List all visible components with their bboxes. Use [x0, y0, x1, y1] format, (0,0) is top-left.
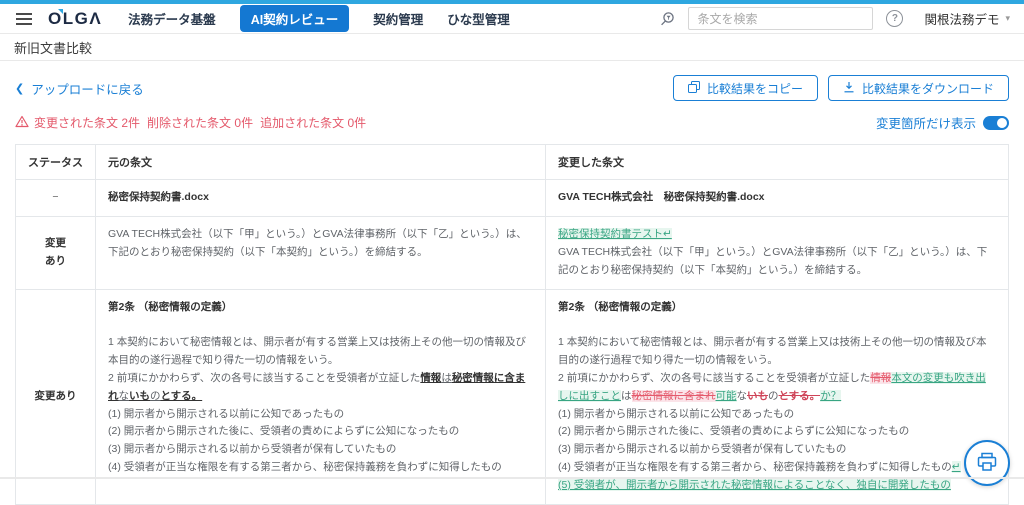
download-icon: [843, 81, 855, 96]
search-filter-icon[interactable]: [659, 11, 675, 27]
changed-clause-cell: 秘密保持契約書テスト↵ GVA TECH株式会社（以下「甲」という。）とGVA法…: [546, 217, 1009, 290]
app-header: OLGΛ 法務データ基盤 AI契約レビュー 契約管理 ひな型管理 ? 関根法務デ…: [0, 4, 1024, 34]
column-header-changed-clause: 変更した条文: [546, 145, 1009, 180]
printer-icon: [976, 452, 998, 475]
help-icon[interactable]: ?: [886, 10, 903, 27]
main-nav: 法務データ基盤 AI契約レビュー 契約管理 ひな型管理: [128, 5, 510, 32]
back-chevron-icon: ❮: [15, 82, 24, 95]
changes-only-toggle-label: 変更箇所だけ表示: [876, 113, 976, 132]
changed-count: 変更された条文 2件: [34, 114, 140, 131]
status-cell: 変更 あり: [16, 217, 96, 290]
toolbar-buttons: 比較結果をコピー 比較結果をダウンロード: [673, 75, 1009, 101]
back-to-upload-link[interactable]: ❮ アップロードに戻る: [15, 79, 144, 98]
user-menu[interactable]: 関根法務デモ ▾: [924, 9, 1010, 28]
page-title: 新旧文書比較: [14, 38, 92, 57]
status-cell: −: [16, 180, 96, 217]
table-row-article-2: 変更あり 第2条 （秘密情報の定義） 1 本契約において秘密情報とは、開示者が有…: [16, 289, 1009, 504]
search-input[interactable]: [688, 7, 873, 30]
column-header-status: ステータス: [16, 145, 96, 180]
nav-item-template-management[interactable]: ひな型管理: [447, 9, 510, 28]
deleted-count: 削除された条文 0件: [147, 114, 253, 131]
nav-item-legal-data[interactable]: 法務データ基盤: [128, 9, 216, 28]
toolbar: ❮ アップロードに戻る 比較結果をコピー 比較結果をダウンロード: [0, 61, 1024, 101]
original-clause-cell: 秘密保持契約書.docx: [96, 180, 546, 217]
table-row-preamble: 変更 あり GVA TECH株式会社（以下「甲」という。）とGVA法律事務所（以…: [16, 217, 1009, 290]
nav-item-ai-contract-review[interactable]: AI契約レビュー: [240, 5, 350, 32]
print-button[interactable]: [964, 440, 1010, 486]
status-cell: 変更あり: [16, 289, 96, 504]
changes-only-toggle[interactable]: [983, 116, 1009, 130]
added-count: 追加された条文 0件: [260, 114, 366, 131]
nav-item-contract-management[interactable]: 契約管理: [373, 9, 423, 28]
column-header-original-clause: 元の条文: [96, 145, 546, 180]
table-header-row: ステータス 元の条文 変更した条文: [16, 145, 1009, 180]
back-link-label: アップロードに戻る: [31, 79, 144, 98]
menu-icon[interactable]: [14, 11, 34, 27]
download-button-label: 比較結果をダウンロード: [862, 80, 994, 97]
diff-summary: 変更された条文 2件 削除された条文 0件 追加された条文 0件: [15, 114, 368, 131]
changes-only-toggle-area: 変更箇所だけ表示: [876, 113, 1009, 132]
app-logo[interactable]: OLGΛ: [48, 9, 102, 29]
copy-icon: [688, 81, 700, 96]
copy-result-button[interactable]: 比較結果をコピー: [673, 75, 818, 101]
summary-row: 変更された条文 2件 削除された条文 0件 追加された条文 0件 変更箇所だけ表…: [0, 101, 1024, 141]
logo-accent: [58, 9, 63, 14]
original-clause-cell: GVA TECH株式会社（以下「甲」という。）とGVA法律事務所（以下「乙」とい…: [96, 217, 546, 290]
original-clause-cell: 第2条 （秘密情報の定義） 1 本契約において秘密情報とは、開示者が有する営業上…: [96, 289, 546, 504]
download-result-button[interactable]: 比較結果をダウンロード: [828, 75, 1009, 101]
copy-button-label: 比較結果をコピー: [707, 80, 803, 97]
chevron-down-icon: ▾: [1005, 13, 1010, 24]
warning-icon: [15, 115, 29, 131]
comparison-table: ステータス 元の条文 変更した条文 − 秘密保持契約書.docx GVA TEC…: [15, 144, 1009, 505]
header-right: ? 関根法務デモ ▾: [659, 7, 1010, 30]
changed-clause-cell: 第2条 （秘密情報の定義） 1 本契約において秘密情報とは、開示者が有する営業上…: [546, 289, 1009, 504]
changed-clause-cell: GVA TECH株式会社 秘密保持契約書.docx: [546, 180, 1009, 217]
page-title-bar: 新旧文書比較: [0, 34, 1024, 61]
user-name: 関根法務デモ: [924, 9, 999, 28]
app-logo-text: OLGΛ: [48, 9, 102, 28]
table-row-filename: − 秘密保持契約書.docx GVA TECH株式会社 秘密保持契約書.docx: [16, 180, 1009, 217]
